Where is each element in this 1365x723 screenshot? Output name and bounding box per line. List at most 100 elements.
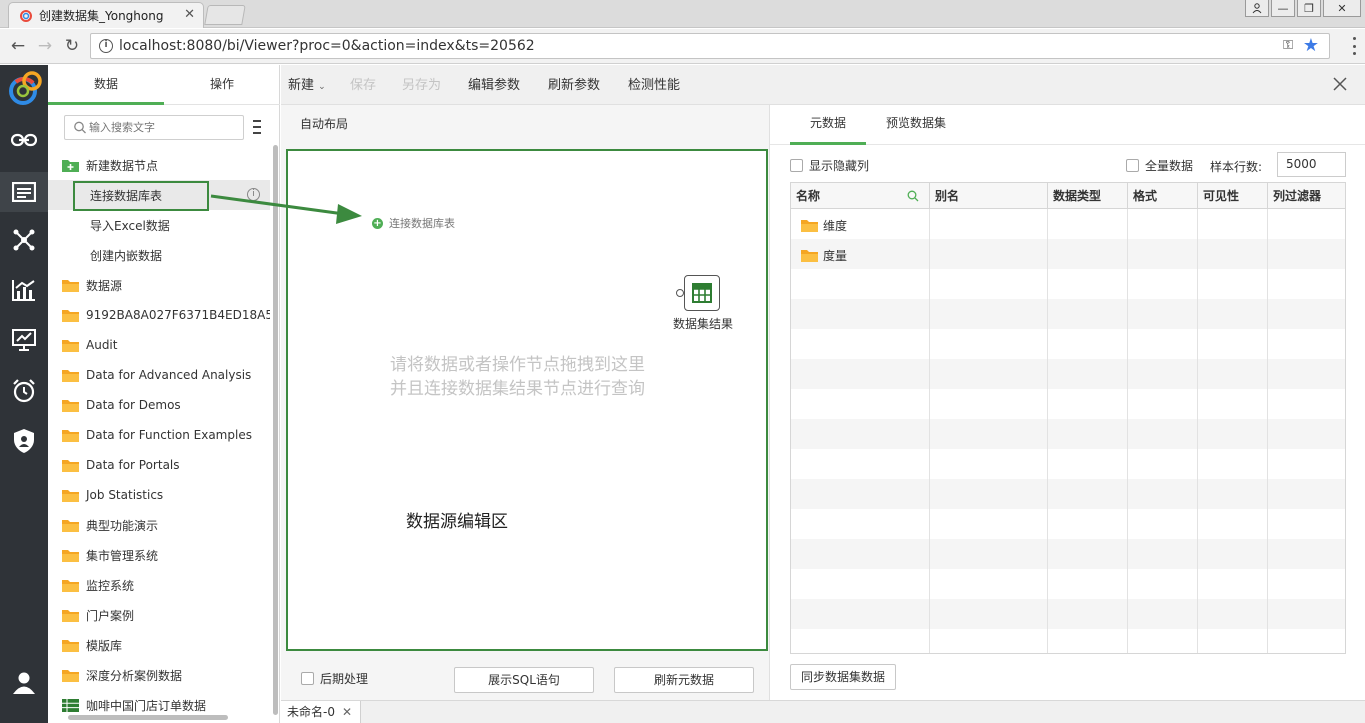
grid-cell xyxy=(1128,419,1198,449)
tree-folder-item[interactable]: Job Statistics xyxy=(48,480,270,510)
browser-menu-icon[interactable] xyxy=(1351,37,1357,55)
refresh-metadata-button[interactable]: 刷新元数据 xyxy=(614,667,754,693)
datasource-canvas[interactable]: + 连接数据库表 数据集结果 请将数据或者操作节点拖拽到这里 并且连接数据集结果… xyxy=(286,149,768,651)
tree-folder-item[interactable]: 9192BA8A027F6371B4ED18A5C6 xyxy=(48,300,270,330)
save-button[interactable]: 保存 xyxy=(350,65,376,105)
tab-metadata[interactable]: 元数据 xyxy=(790,105,866,145)
grid-row-label[interactable]: 维度 xyxy=(801,217,847,234)
grid-row[interactable]: 度量 xyxy=(791,239,1345,269)
grid-row-label[interactable]: 度量 xyxy=(801,247,847,264)
data-panel-tabs: 数据 操作 xyxy=(48,65,280,105)
bookmark-star-icon[interactable]: ★ xyxy=(1303,35,1319,56)
document-tab[interactable]: 未命名-0 ✕ xyxy=(281,701,361,723)
sample-rows-input[interactable]: 5000 xyxy=(1277,152,1346,177)
tree-folder-item[interactable]: 深度分析案例数据 xyxy=(48,660,270,690)
check-performance-button[interactable]: 检测性能 xyxy=(628,65,680,105)
info-icon[interactable]: i xyxy=(99,39,113,53)
forward-icon[interactable]: → xyxy=(35,36,55,56)
tree-item-label: 模版库 xyxy=(86,638,123,653)
tree-item-label: 集市管理系统 xyxy=(86,548,159,563)
restore-icon[interactable]: ❐ xyxy=(1297,0,1321,17)
tree-folder-item[interactable]: 监控系统 xyxy=(48,570,270,600)
rail-schedule-icon[interactable] xyxy=(0,371,48,411)
rail-dataset-icon[interactable] xyxy=(0,172,48,212)
tree-folder-item[interactable]: Data for Portals xyxy=(48,450,270,480)
close-tab-icon[interactable]: ✕ xyxy=(184,7,195,22)
tree-folder-item[interactable]: 集市管理系统 xyxy=(48,540,270,570)
tree-horizontal-scrollbar[interactable] xyxy=(68,715,228,720)
tree-folder-item[interactable]: 模版库 xyxy=(48,630,270,660)
rail-security-icon[interactable] xyxy=(0,421,48,461)
col-header-filter[interactable]: 列过滤器 xyxy=(1268,183,1345,209)
grid-row[interactable]: 维度 xyxy=(791,209,1345,239)
show-hidden-checkbox[interactable] xyxy=(790,159,803,172)
tree-folder-item[interactable]: Data for Demos xyxy=(48,390,270,420)
rail-link-icon[interactable] xyxy=(0,120,48,160)
full-data-checkbox[interactable] xyxy=(1126,159,1139,172)
late-process-option[interactable]: 后期处理 xyxy=(301,670,368,687)
rail-model-icon[interactable] xyxy=(0,220,48,260)
sync-dataset-button[interactable]: 同步数据集数据 xyxy=(790,664,896,690)
auto-layout-button[interactable]: 自动布局 xyxy=(300,115,348,132)
tree-folder-item[interactable]: 典型功能演示 xyxy=(48,510,270,540)
tree-folder-item[interactable]: Data for Advanced Analysis xyxy=(48,360,270,390)
close-window-icon[interactable]: ✕ xyxy=(1323,0,1361,17)
db-table-node[interactable]: + 连接数据库表 xyxy=(372,215,455,231)
back-icon[interactable]: ← xyxy=(8,36,28,56)
col-header-alias[interactable]: 别名 xyxy=(930,183,1048,209)
connector-port[interactable] xyxy=(676,289,684,297)
url-input[interactable]: i localhost:8080/bi/Viewer?proc=0&action… xyxy=(90,33,1330,59)
close-icon[interactable]: ✕ xyxy=(342,701,352,723)
browser-tab[interactable]: 创建数据集_Yonghong ✕ xyxy=(8,2,204,28)
late-process-checkbox[interactable] xyxy=(301,672,314,685)
search-icon[interactable] xyxy=(907,190,919,202)
grid-cell xyxy=(791,539,930,569)
tree-folder-item[interactable]: Audit xyxy=(48,330,270,360)
tree-folder-item[interactable]: Data for Function Examples xyxy=(48,420,270,450)
grid-cell xyxy=(1048,299,1128,329)
tab-preview-dataset[interactable]: 预览数据集 xyxy=(878,105,954,145)
key-icon[interactable]: ⚿ xyxy=(1283,38,1293,53)
tree-item-label: Audit xyxy=(86,338,118,352)
col-header-name[interactable]: 名称 xyxy=(791,183,930,209)
save-as-button[interactable]: 另存为 xyxy=(402,65,441,105)
grid-cell xyxy=(1268,269,1345,299)
folder-icon xyxy=(62,549,79,562)
col-header-visibility[interactable]: 可见性 xyxy=(1198,183,1268,209)
tree-item-embedded-data[interactable]: 创建内嵌数据 xyxy=(48,240,270,270)
tree-item-import-excel[interactable]: 导入Excel数据 xyxy=(48,210,270,240)
rail-user-icon[interactable] xyxy=(0,663,48,703)
tab-data[interactable]: 数据 xyxy=(48,65,164,105)
grid-cell xyxy=(1268,539,1345,569)
rail-present-icon[interactable] xyxy=(0,320,48,360)
minimize-icon[interactable]: — xyxy=(1271,0,1295,17)
rail-chart-icon[interactable] xyxy=(0,270,48,310)
user-icon[interactable] xyxy=(1245,0,1269,17)
folder-icon xyxy=(62,309,79,322)
grid-cell xyxy=(1198,599,1268,629)
grid-cell xyxy=(1048,419,1128,449)
close-icon[interactable] xyxy=(1331,75,1349,93)
col-header-type[interactable]: 数据类型 xyxy=(1048,183,1128,209)
refresh-params-button[interactable]: 刷新参数 xyxy=(548,65,600,105)
new-menu-label: 新建 xyxy=(288,78,315,93)
tree-item-new-node[interactable]: 新建数据节点 xyxy=(48,150,270,180)
tree-folder-item[interactable]: 门户案例 xyxy=(48,600,270,630)
show-hidden-columns-option[interactable]: 显示隐藏列 xyxy=(790,157,869,174)
tree-folder-item[interactable]: 数据源 xyxy=(48,270,270,300)
edit-params-button[interactable]: 编辑参数 xyxy=(468,65,520,105)
tab-operations[interactable]: 操作 xyxy=(164,65,280,105)
full-data-option[interactable]: 全量数据 xyxy=(1126,157,1193,174)
tree-menu-icon[interactable] xyxy=(253,120,263,134)
metadata-pane: 元数据 预览数据集 显示隐藏列 全量数据 样本行数: 5000 名称 别名 数据… xyxy=(769,105,1365,700)
tree-search-input[interactable] xyxy=(89,121,229,134)
tree-vertical-scrollbar[interactable] xyxy=(273,145,278,715)
new-menu-button[interactable]: 新建 ⌄ xyxy=(288,65,326,105)
app-icon-rail xyxy=(0,65,48,723)
reload-icon[interactable]: ↻ xyxy=(62,36,82,56)
info-icon[interactable]: i xyxy=(247,188,260,201)
col-header-format[interactable]: 格式 xyxy=(1128,183,1198,209)
show-sql-button[interactable]: 展示SQL语句 xyxy=(454,667,594,693)
new-tab-button[interactable] xyxy=(204,5,246,25)
plus-icon: + xyxy=(372,217,383,229)
